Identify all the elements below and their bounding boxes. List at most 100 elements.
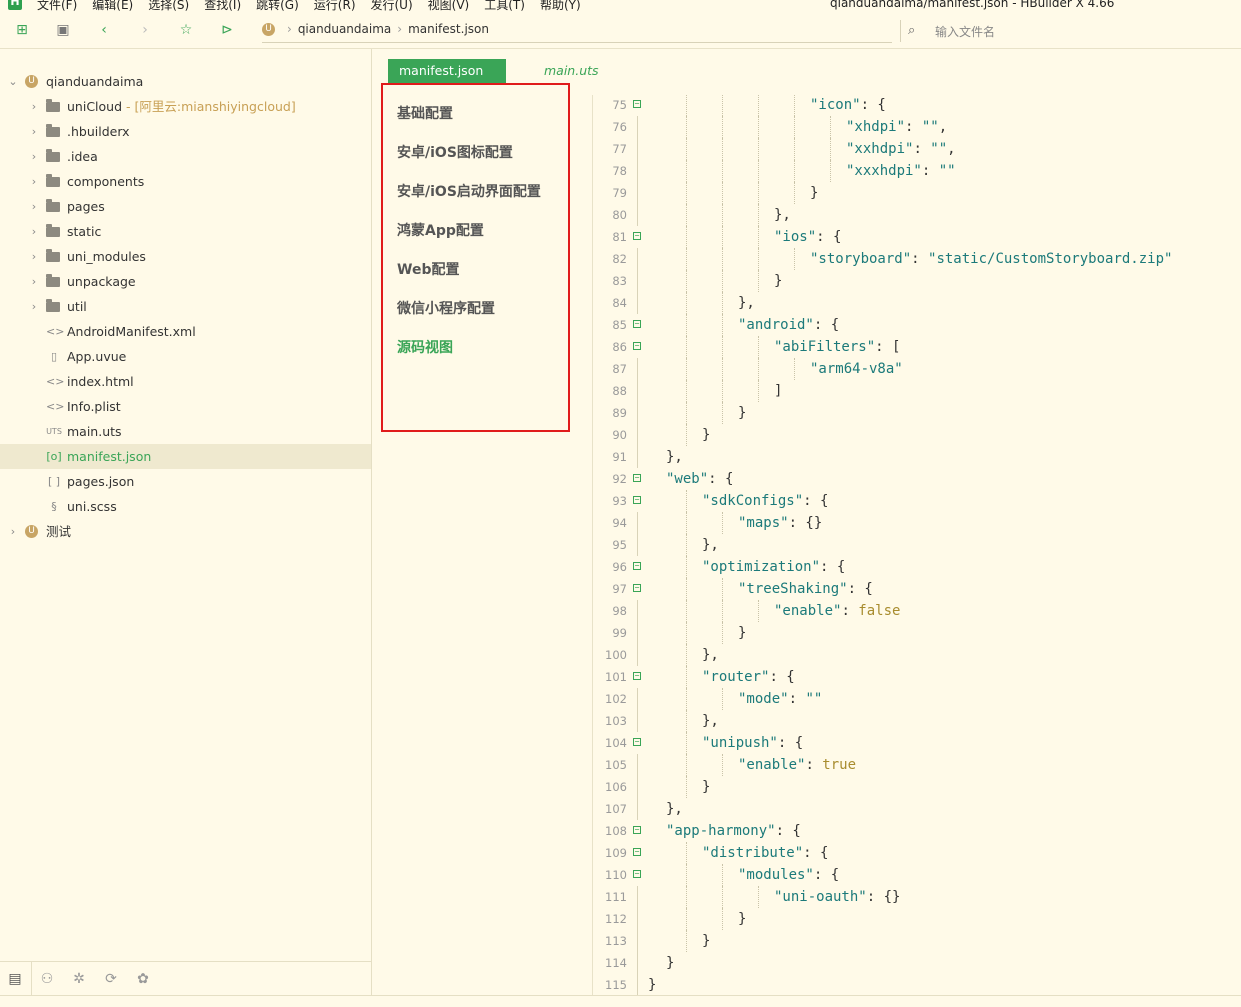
code-line[interactable]: 80}, bbox=[593, 204, 1241, 226]
fold-toggle-icon[interactable]: − bbox=[633, 826, 641, 834]
code-line[interactable]: 105 "enable": true bbox=[593, 754, 1241, 776]
code-line[interactable]: 78 "xxxhdpi": "" bbox=[593, 160, 1241, 182]
code-line[interactable]: 79} bbox=[593, 182, 1241, 204]
code-line[interactable]: 77 "xxhdpi": "", bbox=[593, 138, 1241, 160]
fold-toggle-icon[interactable]: − bbox=[633, 320, 641, 328]
debug-icon[interactable]: ⚇ bbox=[38, 970, 56, 988]
tree-item[interactable]: ⌄ Uqianduandaima bbox=[0, 69, 371, 94]
tab-manifest-json[interactable]: manifest.json bbox=[388, 59, 506, 83]
chevron-right-icon[interactable]: › bbox=[8, 519, 18, 544]
tree-item[interactable]: <> index.html bbox=[0, 369, 371, 394]
menu-item[interactable]: 视图(V) bbox=[428, 0, 470, 12]
tree-item[interactable]: › .hbuilderx bbox=[0, 119, 371, 144]
tree-item[interactable]: › util bbox=[0, 294, 371, 319]
code-line[interactable]: 104− "unipush": { bbox=[593, 732, 1241, 754]
code-line[interactable]: 96− "optimization": { bbox=[593, 556, 1241, 578]
fold-toggle-icon[interactable]: − bbox=[633, 672, 641, 680]
chevron-right-icon[interactable]: › bbox=[29, 269, 39, 294]
tree-item[interactable]: › .idea bbox=[0, 144, 371, 169]
code-line[interactable]: 87 "arm64-v8a" bbox=[593, 358, 1241, 380]
menu-item[interactable]: 查找(I) bbox=[204, 0, 241, 12]
menu-item[interactable]: 工具(T) bbox=[484, 0, 525, 12]
code-line[interactable]: 97− "treeShaking": { bbox=[593, 578, 1241, 600]
tab-main-uts[interactable]: main.uts bbox=[544, 59, 599, 83]
fold-toggle-icon[interactable]: − bbox=[633, 848, 641, 856]
fold-toggle-icon[interactable]: − bbox=[633, 870, 641, 878]
code-line[interactable]: 95}, bbox=[593, 534, 1241, 556]
star-icon[interactable]: ☆ bbox=[178, 22, 194, 38]
code-line[interactable]: 76 "xhdpi": "", bbox=[593, 116, 1241, 138]
code-line[interactable]: 99} bbox=[593, 622, 1241, 644]
code-line[interactable]: 107}, bbox=[593, 798, 1241, 820]
chevron-right-icon[interactable]: › bbox=[29, 244, 39, 269]
code-line[interactable]: 109− "distribute": { bbox=[593, 842, 1241, 864]
tree-item[interactable]: <> AndroidManifest.xml bbox=[0, 319, 371, 344]
code-line[interactable]: 98 "enable": false bbox=[593, 600, 1241, 622]
fold-toggle-icon[interactable]: − bbox=[633, 100, 641, 108]
fold-toggle-icon[interactable]: − bbox=[633, 232, 641, 240]
menu-item[interactable]: 选择(S) bbox=[148, 0, 189, 12]
tree-item[interactable]: › uni_modules bbox=[0, 244, 371, 269]
tree-item[interactable]: › unpackage bbox=[0, 269, 371, 294]
new-file-icon[interactable]: ⊞ bbox=[14, 22, 30, 38]
fold-toggle-icon[interactable]: − bbox=[633, 474, 641, 482]
settings-nav-item[interactable]: 安卓/iOS启动界面配置 bbox=[397, 181, 541, 203]
code-line[interactable]: 83} bbox=[593, 270, 1241, 292]
chevron-right-icon[interactable]: › bbox=[29, 144, 39, 169]
code-line[interactable]: 84}, bbox=[593, 292, 1241, 314]
fold-toggle-icon[interactable]: − bbox=[633, 562, 641, 570]
settings-nav-item[interactable]: 基础配置 bbox=[397, 103, 453, 125]
tree-item[interactable]: § uni.scss bbox=[0, 494, 371, 519]
settings-nav-item[interactable]: 微信小程序配置 bbox=[397, 298, 495, 320]
chevron-right-icon[interactable]: › bbox=[29, 169, 39, 194]
chevron-right-icon[interactable]: › bbox=[29, 219, 39, 244]
code-line[interactable]: 89} bbox=[593, 402, 1241, 424]
fold-toggle-icon[interactable]: − bbox=[633, 738, 641, 746]
settings-nav-item[interactable]: 安卓/iOS图标配置 bbox=[397, 142, 513, 164]
bug-icon[interactable]: ✲ bbox=[70, 970, 88, 988]
code-line[interactable]: 106} bbox=[593, 776, 1241, 798]
settings-nav-item[interactable]: 源码视图 bbox=[397, 337, 453, 359]
fold-toggle-icon[interactable]: − bbox=[633, 342, 641, 350]
code-line[interactable]: 110− "modules": { bbox=[593, 864, 1241, 886]
menu-item[interactable]: 文件(F) bbox=[37, 0, 77, 12]
file-search-box[interactable]: ⌕ bbox=[900, 20, 1241, 42]
palette-icon[interactable]: ✿ bbox=[134, 970, 152, 988]
menu-item[interactable]: 发行(U) bbox=[371, 0, 413, 12]
code-line[interactable]: 112} bbox=[593, 908, 1241, 930]
code-line[interactable]: 100}, bbox=[593, 644, 1241, 666]
tree-item[interactable]: › components bbox=[0, 169, 371, 194]
chevron-right-icon[interactable]: › bbox=[29, 94, 39, 119]
tree-item[interactable]: › static bbox=[0, 219, 371, 244]
code-line[interactable]: 111 "uni-oauth": {} bbox=[593, 886, 1241, 908]
code-line[interactable]: 115} bbox=[593, 974, 1241, 995]
settings-nav-item[interactable]: Web配置 bbox=[397, 259, 459, 281]
run-icon[interactable]: ⊳ bbox=[219, 22, 235, 38]
tree-item[interactable]: [ ] pages.json bbox=[0, 469, 371, 494]
plugin-icon[interactable]: ⟳ bbox=[102, 970, 120, 988]
code-line[interactable]: 108− "app-harmony": { bbox=[593, 820, 1241, 842]
tree-item[interactable]: [o] manifest.json bbox=[0, 444, 371, 469]
code-editor[interactable]: 75− "icon": {76 "xhdpi": "", 77 "xxhdpi": ""… bbox=[592, 95, 1241, 995]
menu-item[interactable]: 跳转(G) bbox=[256, 0, 299, 12]
code-line[interactable]: 103}, bbox=[593, 710, 1241, 732]
chevron-right-icon[interactable]: › bbox=[29, 294, 39, 319]
code-line[interactable]: 93− "sdkConfigs": { bbox=[593, 490, 1241, 512]
code-line[interactable]: 90} bbox=[593, 424, 1241, 446]
code-line[interactable]: 75− "icon": { bbox=[593, 95, 1241, 116]
settings-nav-item[interactable]: 鸿蒙App配置 bbox=[397, 220, 484, 242]
menu-item[interactable]: 编辑(E) bbox=[92, 0, 133, 12]
tree-item[interactable]: UTS main.uts bbox=[0, 419, 371, 444]
tree-item[interactable]: › uniCloud - [阿里云:mianshiyingcloud] bbox=[0, 94, 371, 119]
tree-item[interactable]: › pages bbox=[0, 194, 371, 219]
code-line[interactable]: 88] bbox=[593, 380, 1241, 402]
code-line[interactable]: 101− "router": { bbox=[593, 666, 1241, 688]
chevron-right-icon[interactable]: › bbox=[29, 194, 39, 219]
code-line[interactable]: 86− "abiFilters": [ bbox=[593, 336, 1241, 358]
save-icon[interactable]: ▣ bbox=[55, 22, 71, 38]
chevron-right-icon[interactable]: › bbox=[29, 119, 39, 144]
code-line[interactable]: 102 "mode": "" bbox=[593, 688, 1241, 710]
menu-item[interactable]: 帮助(Y) bbox=[540, 0, 581, 12]
tree-item[interactable]: <> Info.plist bbox=[0, 394, 371, 419]
code-line[interactable]: 85− "android": { bbox=[593, 314, 1241, 336]
